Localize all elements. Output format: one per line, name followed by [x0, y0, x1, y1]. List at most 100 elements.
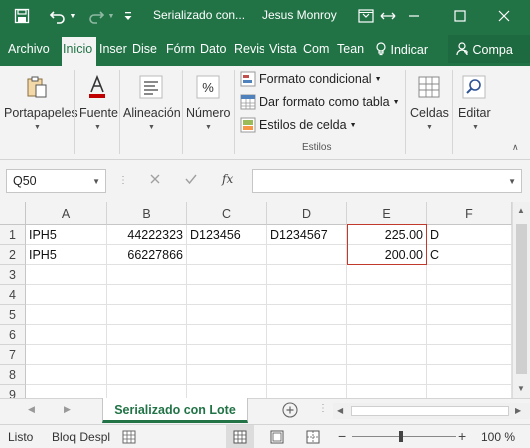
- row-header[interactable]: 7: [0, 345, 26, 365]
- column-header-c[interactable]: C: [187, 202, 267, 225]
- maximize-icon[interactable]: [450, 6, 470, 26]
- empty-cell[interactable]: [267, 385, 347, 398]
- scroll-up-icon[interactable]: ▲: [517, 206, 525, 215]
- empty-cell[interactable]: [107, 365, 187, 385]
- row-header[interactable]: 4: [0, 285, 26, 305]
- empty-cell[interactable]: [26, 365, 107, 385]
- tab-archivo[interactable]: Archivo: [8, 42, 50, 56]
- empty-cell[interactable]: [187, 365, 267, 385]
- empty-cell[interactable]: [26, 325, 107, 345]
- empty-cell[interactable]: [347, 365, 427, 385]
- group-numero[interactable]: % Número ▼: [183, 66, 233, 158]
- format-as-table-button[interactable]: Dar formato como tabla ▼: [240, 92, 400, 112]
- zoom-out-button[interactable]: −: [338, 428, 346, 444]
- select-all-corner[interactable]: [0, 202, 26, 225]
- save-icon[interactable]: [12, 6, 32, 26]
- empty-cell[interactable]: [107, 345, 187, 365]
- empty-cell[interactable]: [347, 285, 427, 305]
- redo-icon[interactable]: [86, 6, 106, 26]
- empty-cell[interactable]: [347, 385, 427, 398]
- cell-f1[interactable]: D: [427, 225, 512, 245]
- sheet-tab-active[interactable]: Serializado con Lote: [102, 398, 248, 423]
- empty-cell[interactable]: [26, 385, 107, 398]
- zoom-level[interactable]: 100 %: [481, 430, 515, 444]
- collapse-ribbon-icon[interactable]: ∧: [512, 142, 519, 153]
- group-fuente[interactable]: Fuente ▼: [75, 66, 119, 158]
- zoom-slider[interactable]: [352, 436, 456, 437]
- tab-team[interactable]: Tean: [337, 42, 366, 56]
- cell-a1[interactable]: IPH5: [26, 225, 107, 245]
- cell-f2[interactable]: C: [427, 245, 512, 265]
- empty-cell[interactable]: [427, 345, 512, 365]
- tab-formulas[interactable]: Fórm: [166, 42, 195, 56]
- tab-datos[interactable]: Dato: [200, 42, 229, 56]
- ribbon-display-options-icon[interactable]: [356, 6, 376, 26]
- cell-c2[interactable]: [187, 245, 267, 265]
- empty-cell[interactable]: [347, 265, 427, 285]
- empty-cell[interactable]: [26, 285, 107, 305]
- group-editar[interactable]: Editar ▼: [453, 66, 497, 158]
- empty-cell[interactable]: [187, 265, 267, 285]
- cell-styles-button[interactable]: Estilos de celda ▼: [240, 115, 357, 135]
- row-header[interactable]: 2: [0, 245, 26, 265]
- column-header-b[interactable]: B: [107, 202, 187, 225]
- row-header[interactable]: 9: [0, 385, 26, 398]
- next-sheet-icon[interactable]: ▶: [64, 404, 71, 415]
- row-header[interactable]: 6: [0, 325, 26, 345]
- row-header[interactable]: 8: [0, 365, 26, 385]
- empty-cell[interactable]: [107, 285, 187, 305]
- row-header[interactable]: 5: [0, 305, 26, 325]
- tab-revisar[interactable]: Revis: [234, 42, 264, 56]
- zoom-in-button[interactable]: +: [458, 428, 466, 444]
- cell-b1[interactable]: 44222323: [107, 225, 187, 245]
- empty-cell[interactable]: [347, 305, 427, 325]
- empty-cell[interactable]: [187, 345, 267, 365]
- vertical-scroll-thumb[interactable]: [516, 224, 527, 374]
- column-header-f[interactable]: F: [427, 202, 512, 225]
- scroll-left-icon[interactable]: ◀: [337, 406, 343, 415]
- empty-cell[interactable]: [26, 345, 107, 365]
- empty-cell[interactable]: [267, 265, 347, 285]
- redo-dropdown-icon[interactable]: ▼: [106, 6, 116, 26]
- cell-b2[interactable]: 66227866: [107, 245, 187, 265]
- empty-cell[interactable]: [187, 305, 267, 325]
- close-icon[interactable]: [494, 6, 514, 26]
- empty-cell[interactable]: [427, 365, 512, 385]
- cancel-icon[interactable]: [148, 172, 162, 186]
- empty-cell[interactable]: [187, 285, 267, 305]
- scroll-right-icon[interactable]: ▶: [515, 406, 521, 415]
- enter-check-icon[interactable]: [184, 172, 198, 186]
- worksheet-grid[interactable]: A B C D E F 1 2 3 4 5 6 7 8 9 IPH5 44222…: [0, 202, 512, 398]
- empty-cell[interactable]: [427, 385, 512, 398]
- empty-cell[interactable]: [187, 385, 267, 398]
- cell-d2[interactable]: [267, 245, 347, 265]
- empty-cell[interactable]: [26, 305, 107, 325]
- undo-icon[interactable]: [48, 6, 68, 26]
- zoom-slider-thumb[interactable]: [399, 431, 403, 442]
- normal-view-icon[interactable]: [226, 425, 254, 448]
- cell-c1[interactable]: D123456: [187, 225, 267, 245]
- tab-diseno[interactable]: Dise: [132, 42, 159, 56]
- tab-insertar[interactable]: Inser: [99, 42, 128, 56]
- empty-cell[interactable]: [107, 325, 187, 345]
- customize-toolbar-icon[interactable]: [122, 6, 134, 26]
- empty-cell[interactable]: [26, 265, 107, 285]
- macro-record-icon[interactable]: [122, 430, 136, 444]
- previous-sheet-icon[interactable]: ◀: [28, 404, 35, 415]
- share-button[interactable]: Compa: [448, 35, 530, 63]
- conditional-formatting-button[interactable]: Formato condicional ▼: [240, 69, 382, 89]
- empty-cell[interactable]: [347, 325, 427, 345]
- empty-cell[interactable]: [427, 325, 512, 345]
- tab-vista[interactable]: Vista: [269, 42, 298, 56]
- cell-d1[interactable]: D1234567: [267, 225, 347, 245]
- minimize-icon[interactable]: [404, 6, 424, 26]
- formula-input[interactable]: ▼: [252, 169, 522, 193]
- insert-function-icon[interactable]: fx: [222, 172, 233, 186]
- column-header-d[interactable]: D: [267, 202, 347, 225]
- cell-e2[interactable]: 200.00: [347, 245, 427, 265]
- empty-cell[interactable]: [427, 265, 512, 285]
- row-header[interactable]: 3: [0, 265, 26, 285]
- horizontal-scrollbar[interactable]: ◀ ▶: [333, 403, 530, 419]
- page-break-preview-icon[interactable]: [306, 430, 320, 444]
- tab-inicio[interactable]: Inicio: [62, 37, 96, 66]
